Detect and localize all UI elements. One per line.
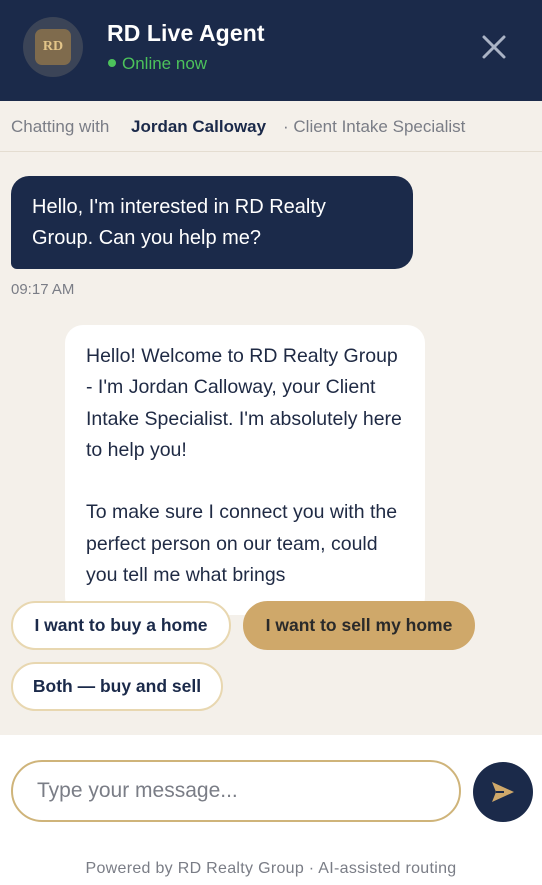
agent-name: Jordan Calloway (131, 117, 267, 136)
send-icon (492, 782, 514, 802)
agent-message: Hello! Welcome to RD Realty Group - I'm … (65, 325, 425, 615)
agent-role: · Client Intake Specialist (283, 117, 466, 136)
agent-message-text: Hello! Welcome to RD Realty Group - I'm … (86, 345, 402, 587)
rd-logo: RD (35, 29, 71, 65)
send-button[interactable] (473, 762, 533, 822)
powered-by-footer: Powered by RD Realty Group · AI-assisted… (85, 860, 457, 877)
message-input[interactable] (11, 760, 461, 822)
close-icon (482, 35, 506, 59)
chatting-with-label: Chatting with (11, 117, 110, 136)
quick-reply-sell[interactable]: I want to sell my home (243, 601, 475, 650)
online-status-text: Online now (122, 54, 208, 73)
chat-title: RD Live Agent (107, 20, 265, 46)
quick-reply-buy[interactable]: I want to buy a home (11, 601, 231, 650)
chatting-with-bar: Chatting with Jordan Calloway · Client I… (0, 101, 542, 152)
message-timestamp: 09:17 AM (11, 281, 75, 298)
message-composer: Powered by RD Realty Group · AI-assisted… (0, 735, 542, 885)
chat-header: RD RD Live Agent Online now (0, 0, 542, 101)
avatar: RD (23, 17, 83, 77)
close-button[interactable] (478, 31, 510, 63)
quick-reply-both[interactable]: Both — buy and sell (11, 662, 223, 711)
online-status-dot (108, 59, 116, 67)
user-message: Hello, I'm interested in RD Realty Group… (11, 176, 413, 269)
